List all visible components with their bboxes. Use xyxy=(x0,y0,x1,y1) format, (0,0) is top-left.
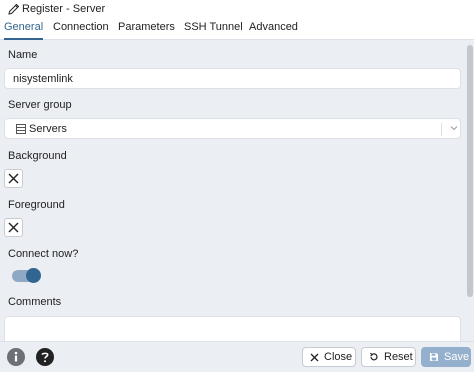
comments-label: Comments xyxy=(8,296,62,308)
connect-now-toggle[interactable] xyxy=(12,268,41,283)
tab-ssh-tunnel[interactable]: SSH Tunnel xyxy=(184,21,243,40)
edit-icon xyxy=(8,3,20,15)
select-divider xyxy=(441,123,442,136)
register-server-dialog: Register - Server General Connection Par… xyxy=(0,0,474,372)
background-label: Background xyxy=(8,150,67,162)
save-icon xyxy=(430,353,438,361)
server-group-value: Servers xyxy=(29,123,67,135)
name-input[interactable] xyxy=(4,68,461,89)
connect-now-label: Connect now? xyxy=(8,248,79,260)
reset-button[interactable]: Reset xyxy=(361,347,416,367)
reset-icon xyxy=(369,352,378,361)
server-group-icon xyxy=(16,124,26,134)
info-icon xyxy=(14,351,18,362)
clear-icon xyxy=(8,173,19,184)
tab-connection[interactable]: Connection xyxy=(53,21,109,40)
dialog-title: Register - Server xyxy=(22,3,106,15)
server-group-label: Server group xyxy=(8,99,72,111)
save-button[interactable]: Save xyxy=(421,347,471,367)
info-button[interactable] xyxy=(7,348,25,366)
close-button[interactable]: Close xyxy=(302,347,356,367)
tab-general[interactable]: General xyxy=(4,21,44,40)
toggle-knob xyxy=(26,268,41,283)
tab-bar: General Connection Parameters SSH Tunnel… xyxy=(0,19,474,40)
name-label: Name xyxy=(8,49,38,61)
close-icon xyxy=(310,353,319,361)
chevron-down-icon[interactable] xyxy=(449,123,459,133)
general-panel: Name Server group Servers Background xyxy=(0,41,466,341)
tab-advanced[interactable]: Advanced xyxy=(249,21,298,40)
title-bar: Register - Server xyxy=(0,0,474,19)
foreground-color-picker[interactable] xyxy=(4,218,23,237)
help-button[interactable] xyxy=(36,348,54,366)
background-color-picker[interactable] xyxy=(4,169,23,188)
clear-icon xyxy=(8,222,19,233)
scrollbar-thumb[interactable] xyxy=(467,45,473,297)
server-group-select[interactable]: Servers xyxy=(4,118,461,139)
foreground-label: Foreground xyxy=(8,199,65,211)
save-label: Save xyxy=(444,351,470,363)
tab-parameters[interactable]: Parameters xyxy=(118,21,175,40)
help-icon xyxy=(41,352,49,363)
reset-label: Reset xyxy=(384,351,413,363)
close-label: Close xyxy=(324,351,353,363)
